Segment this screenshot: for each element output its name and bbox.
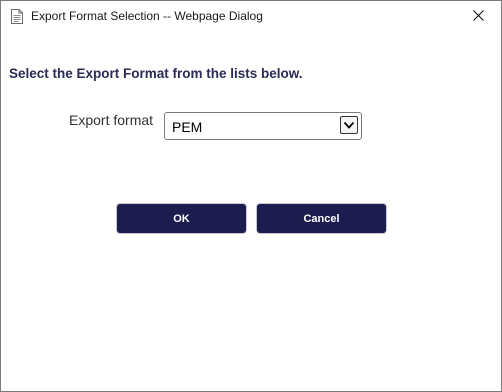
close-icon bbox=[472, 8, 484, 26]
cancel-button[interactable]: Cancel bbox=[257, 204, 386, 233]
page-heading: Select the Export Format from the lists … bbox=[9, 66, 303, 81]
chevron-down-icon[interactable] bbox=[340, 116, 358, 134]
window-title: Export Format Selection -- Webpage Dialo… bbox=[31, 9, 263, 23]
export-format-value: PEM bbox=[172, 119, 203, 135]
export-format-select[interactable]: PEM bbox=[164, 112, 362, 140]
title-bar: Export Format Selection -- Webpage Dialo… bbox=[1, 1, 501, 32]
ok-button[interactable]: OK bbox=[117, 204, 246, 233]
document-icon bbox=[11, 9, 23, 24]
dialog-content: Select the Export Format from the lists … bbox=[1, 32, 501, 391]
dialog-window: Export Format Selection -- Webpage Dialo… bbox=[0, 0, 502, 392]
close-button[interactable] bbox=[455, 1, 501, 32]
export-format-label: Export format bbox=[69, 112, 154, 128]
